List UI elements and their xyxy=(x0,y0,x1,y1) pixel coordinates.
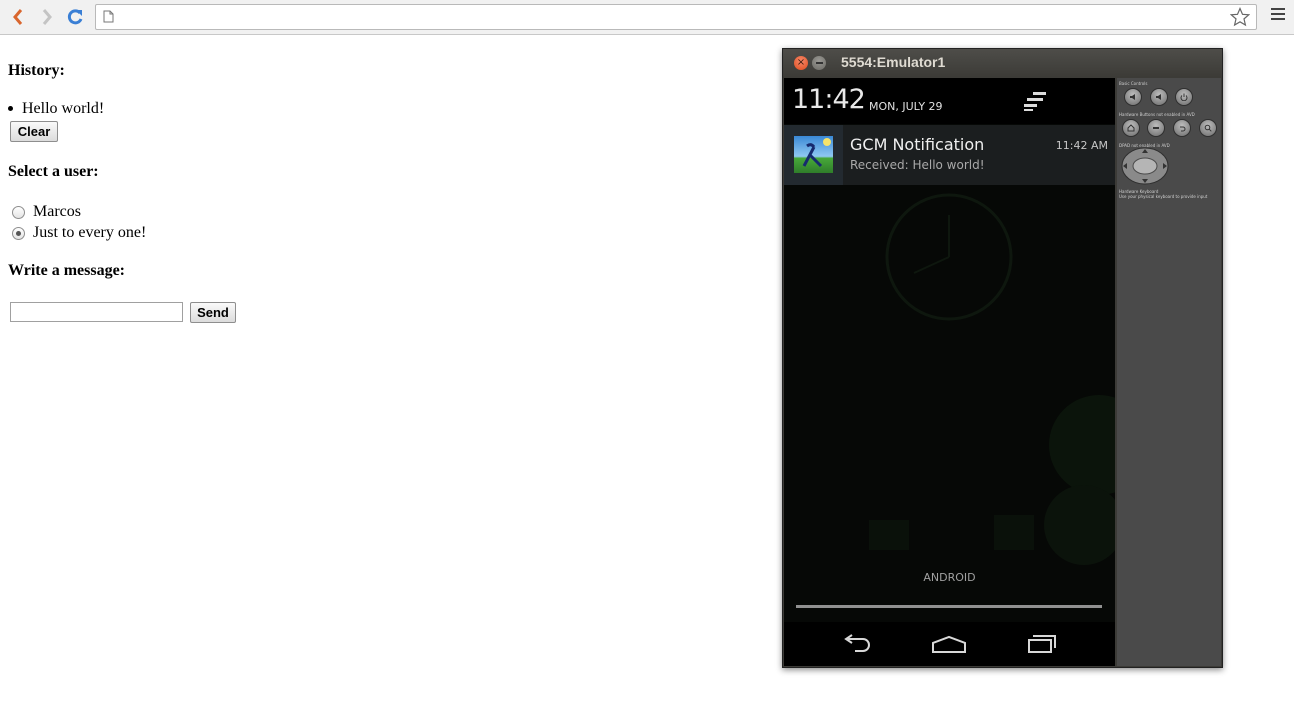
page-icon xyxy=(103,10,114,23)
history-item-text: Hello world! xyxy=(22,100,105,117)
send-button[interactable]: Send xyxy=(190,302,236,323)
user-option-everyone[interactable]: Just to every one! xyxy=(12,224,146,242)
back-icon xyxy=(13,9,23,25)
browser-toolbar xyxy=(0,0,1294,35)
volume-up-icon[interactable] xyxy=(1150,88,1168,106)
notification-text: Received: Hello world! xyxy=(850,158,985,172)
lockscreen-wallpaper xyxy=(869,193,1115,565)
forward-button[interactable] xyxy=(35,5,59,29)
reload-button[interactable] xyxy=(63,5,87,29)
emulator-titlebar[interactable]: × 5554:Emulator1 xyxy=(783,49,1222,77)
reload-icon xyxy=(67,9,83,25)
back-button[interactable] xyxy=(6,5,30,29)
app-icon xyxy=(784,125,843,185)
radio-marcos[interactable] xyxy=(12,205,25,219)
home-icon[interactable] xyxy=(1122,119,1140,137)
menu-icon[interactable] xyxy=(1271,8,1285,23)
message-input[interactable] xyxy=(10,302,183,322)
date: MON, JULY 29 xyxy=(869,100,943,113)
user-option-label: Just to every one! xyxy=(33,224,147,241)
history-item: Hello world! xyxy=(8,100,104,118)
history-heading: History: xyxy=(8,62,65,79)
message-heading: Write a message: xyxy=(8,262,125,279)
nav-bar xyxy=(784,622,1115,666)
carrier-label: ANDROID xyxy=(923,571,976,584)
bullet-icon xyxy=(8,105,13,111)
recent-apps-icon[interactable] xyxy=(1022,629,1062,659)
gcm-notification[interactable]: GCM Notification Received: Hello world! … xyxy=(784,125,1115,185)
quick-settings-icon[interactable] xyxy=(1020,90,1050,112)
emulator-window: × 5554:Emulator1 11:42 MON, JULY 29 GCM … xyxy=(782,48,1223,668)
back-icon[interactable] xyxy=(1173,119,1191,137)
power-icon[interactable] xyxy=(1175,88,1193,106)
minimize-icon[interactable] xyxy=(812,56,826,70)
hardware-buttons-label: Hardware Buttons not enabled in AVD xyxy=(1119,112,1195,117)
android-screen[interactable]: 11:42 MON, JULY 29 GCM Notification Rece… xyxy=(784,78,1115,666)
select-user-heading: Select a user: xyxy=(8,163,99,180)
keyboard-note: Use your physical keyboard to provide in… xyxy=(1119,194,1208,199)
dpad-icon[interactable] xyxy=(1121,147,1169,185)
basic-controls-label: Basic Controls xyxy=(1119,81,1148,86)
clock: 11:42 xyxy=(792,84,866,115)
notification-header: 11:42 MON, JULY 29 xyxy=(784,78,1115,124)
star-icon[interactable] xyxy=(1230,7,1250,27)
clear-button[interactable]: Clear xyxy=(10,121,58,142)
close-icon[interactable]: × xyxy=(794,56,808,70)
notification-title: GCM Notification xyxy=(850,135,985,154)
radio-everyone[interactable] xyxy=(12,226,25,240)
back-icon[interactable] xyxy=(837,629,877,659)
home-icon[interactable] xyxy=(929,629,969,659)
user-option-marcos[interactable]: Marcos xyxy=(12,203,81,221)
drag-handle[interactable] xyxy=(796,605,1102,608)
search-icon[interactable] xyxy=(1199,119,1217,137)
notification-time: 11:42 AM xyxy=(1055,139,1108,152)
user-option-label: Marcos xyxy=(33,203,81,220)
menu-icon[interactable] xyxy=(1147,119,1165,137)
volume-down-icon[interactable] xyxy=(1124,88,1142,106)
forward-icon xyxy=(42,9,52,25)
emulator-title: 5554:Emulator1 xyxy=(841,54,946,70)
emulator-controls: Basic Controls Hardware Buttons not enab… xyxy=(1117,78,1221,666)
address-bar[interactable] xyxy=(95,4,1257,30)
